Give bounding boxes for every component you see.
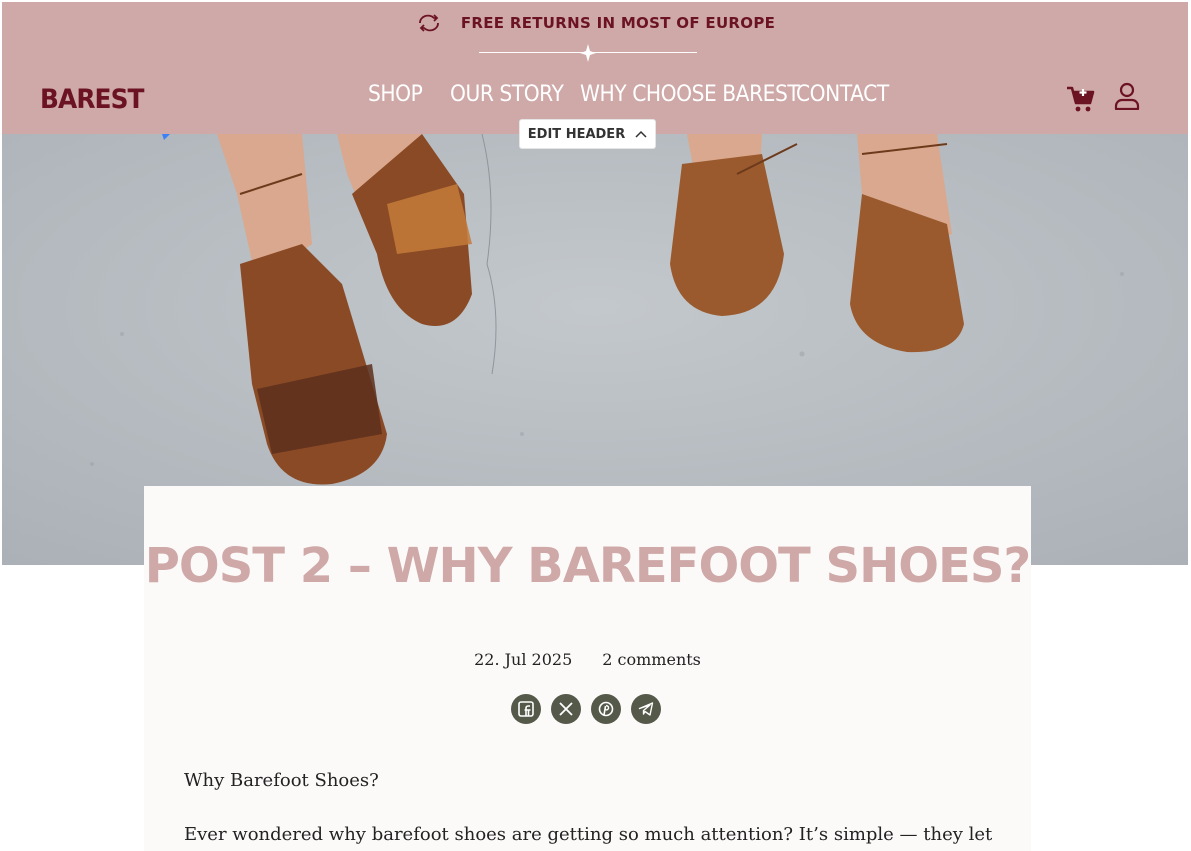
site-header: FREE RETURNS IN MOST OF EUROPE BAREST SH…: [2, 2, 1188, 134]
telegram-icon[interactable]: [631, 694, 661, 724]
nav-item-our-story[interactable]: OUR STORY: [450, 82, 564, 107]
user-icon[interactable]: [1114, 82, 1140, 110]
edit-header-label: EDIT HEADER: [527, 126, 626, 142]
nav-item-why-choose-barest[interactable]: WHY CHOOSE BAREST: [580, 82, 800, 107]
post-meta: 22. Jul 2025 2 comments: [144, 650, 1031, 669]
announcement-bar: FREE RETURNS IN MOST OF EUROPE: [2, 12, 1188, 34]
article-card: POST 2 – WHY BAREFOOT SHOES? 22. Jul 202…: [144, 486, 1031, 851]
x-icon[interactable]: [551, 694, 581, 724]
pinterest-icon[interactable]: [591, 694, 621, 724]
nav-item-shop[interactable]: SHOP: [368, 82, 423, 107]
nav-item-contact[interactable]: CONTACT: [796, 82, 889, 107]
article-paragraph: Ever wondered why barefoot shoes are get…: [184, 824, 993, 845]
page: FREE RETURNS IN MOST OF EUROPE BAREST SH…: [2, 2, 1188, 851]
chevron-up-icon: [635, 130, 647, 138]
edit-header-button[interactable]: EDIT HEADER: [519, 119, 656, 149]
post-title: POST 2 – WHY BAREFOOT SHOES?: [144, 538, 1032, 594]
facebook-icon[interactable]: [511, 694, 541, 724]
article-paragraph: Why Barefoot Shoes?: [184, 770, 379, 791]
announcement-text: FREE RETURNS IN MOST OF EUROPE: [460, 14, 776, 32]
returns-arrows-icon: [415, 12, 443, 34]
share-buttons: [511, 694, 661, 724]
comments-link[interactable]: 2 comments: [602, 650, 701, 669]
main-nav: SHOP OUR STORY WHY CHOOSE BAREST CONTACT: [368, 82, 889, 107]
post-date: 22. Jul 2025: [474, 650, 573, 669]
sparkle-icon: [580, 44, 596, 62]
header-divider: [479, 44, 697, 62]
site-logo[interactable]: BAREST: [40, 84, 144, 115]
cart-icon[interactable]: [1066, 85, 1096, 113]
